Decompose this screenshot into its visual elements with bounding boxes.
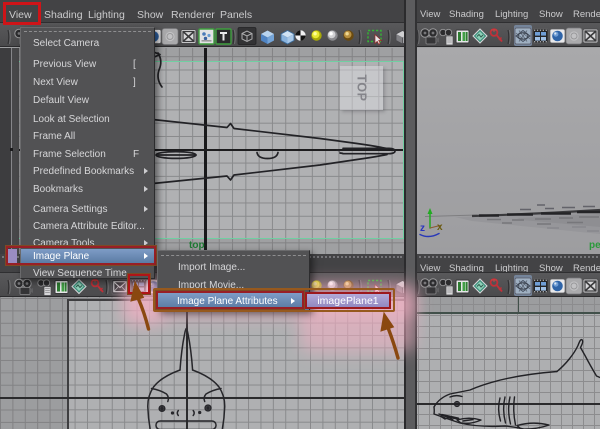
svg-text:z: z — [420, 223, 425, 234]
svg-text:x: x — [437, 222, 443, 233]
